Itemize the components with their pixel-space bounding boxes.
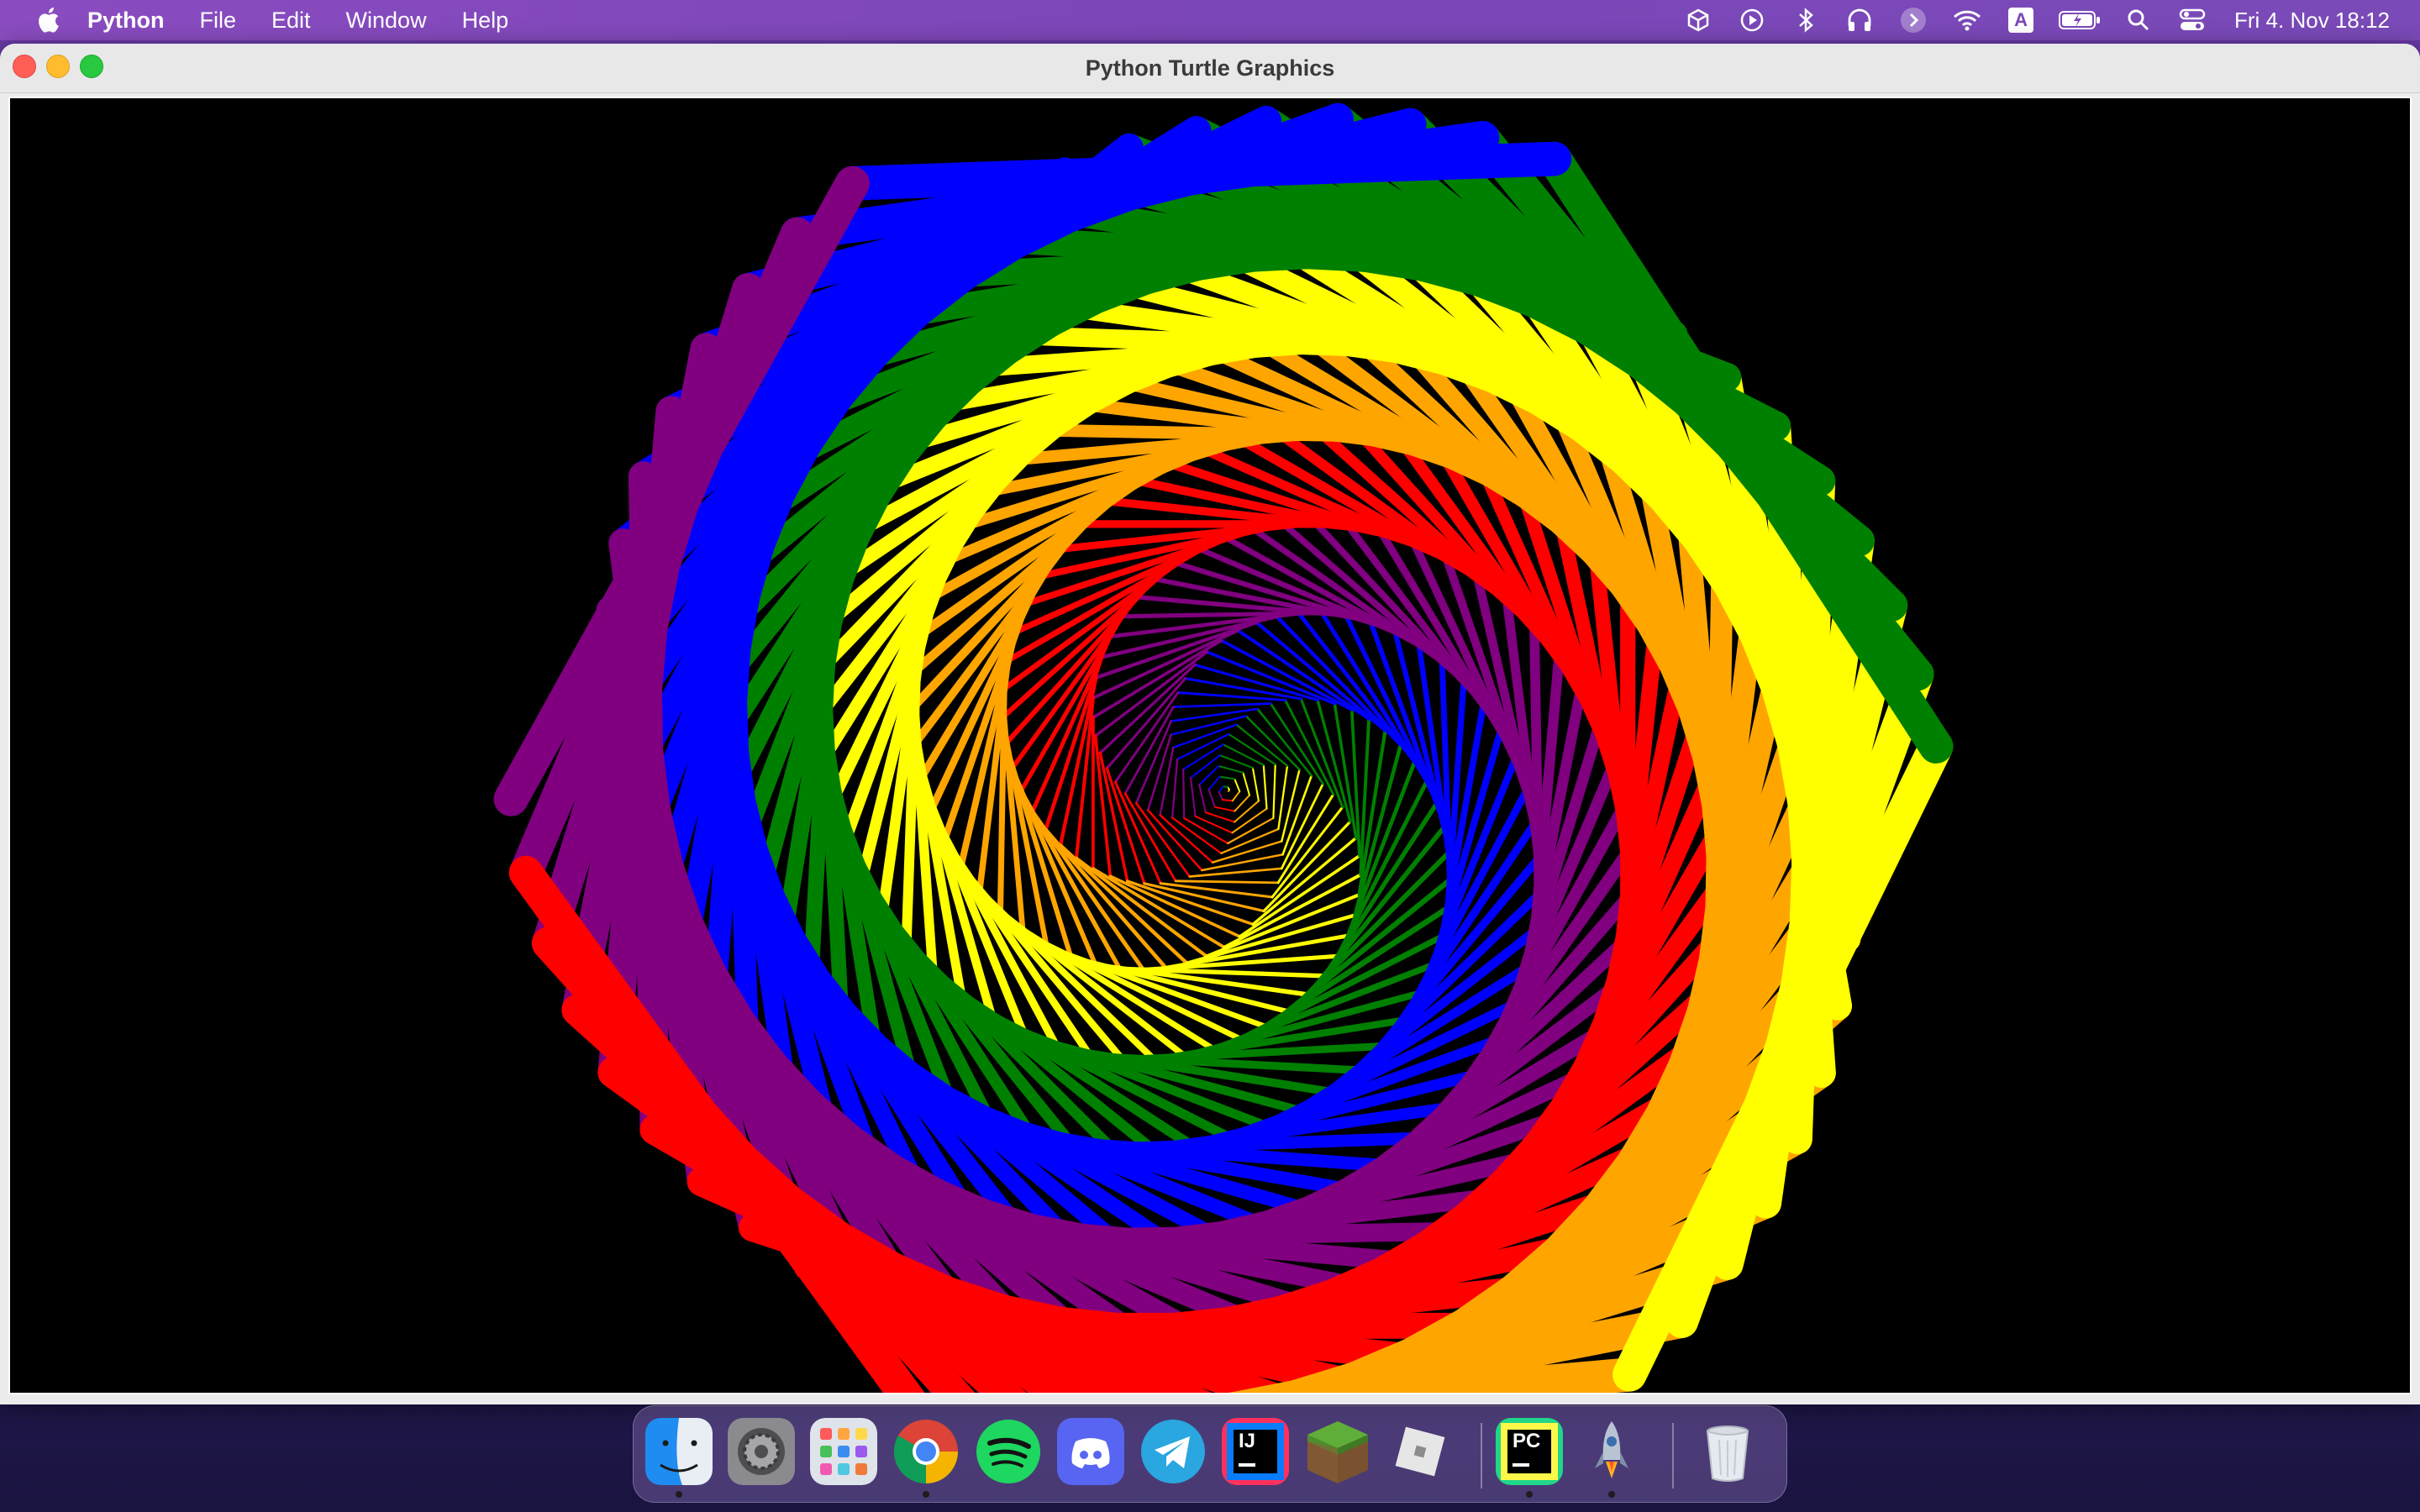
spiral-segment: [1093, 734, 1113, 878]
turtle-canvas[interactable]: [8, 97, 2412, 1394]
arrow-icon[interactable]: [1895, 5, 1932, 35]
spiral-segment: [1220, 827, 1280, 854]
roblox-icon[interactable]: [1386, 1418, 1454, 1485]
spiral-segment: [1272, 763, 1276, 820]
spiral-segment: [1242, 771, 1250, 796]
chrome-icon[interactable]: [892, 1418, 960, 1485]
spiral-segment: [1222, 743, 1265, 766]
spiral-segment: [1269, 702, 1324, 785]
spiral-segment: [1198, 784, 1207, 814]
spiral-segment: [1182, 768, 1186, 820]
wifi-icon[interactable]: [1949, 5, 1986, 35]
python-launcher-icon[interactable]: [1578, 1418, 1645, 1485]
spiral-segment: [1094, 620, 1259, 680]
spiral-segment: [1231, 790, 1241, 802]
spiral-segment: [1316, 698, 1352, 823]
intellij-icon[interactable]: IJ: [1222, 1418, 1289, 1485]
spiral-segment: [1251, 767, 1260, 802]
spiral-segment: [1207, 775, 1221, 790]
spiral-segment: [1141, 953, 1340, 972]
menu-file[interactable]: File: [200, 8, 237, 34]
input-source-icon[interactable]: A: [2002, 5, 2039, 35]
search-icon[interactable]: [2120, 5, 2157, 35]
box-icon[interactable]: [1680, 5, 1717, 35]
dock-separator-trash: [1672, 1423, 1674, 1488]
spiral-segment: [1171, 702, 1272, 708]
spiral-segment: [1234, 794, 1250, 812]
spiral-segment: [1099, 614, 1279, 659]
spiral-segment: [1234, 800, 1260, 823]
minecraft-icon[interactable]: [1304, 1418, 1371, 1485]
spiral-segment: [1234, 778, 1241, 793]
spiral-segment: [1171, 758, 1179, 819]
spiral-drawing: [493, 102, 1954, 1393]
menu-app-name[interactable]: Python: [87, 8, 165, 34]
spiral-segment: [1123, 792, 1177, 883]
spiral-segment: [1218, 775, 1236, 780]
spiral-segment: [1204, 811, 1236, 823]
apple-menu-icon[interactable]: [27, 0, 69, 40]
menu-edit[interactable]: Edit: [271, 8, 311, 34]
menu-clock[interactable]: Fri 4. Nov 18:12: [2234, 8, 2390, 34]
discord-icon[interactable]: [1057, 1418, 1124, 1485]
spiral-segment: [1221, 799, 1234, 802]
spiral-segment: [1231, 807, 1268, 834]
dock: IJ PC: [633, 1405, 1787, 1503]
spiral-segment: [1244, 715, 1301, 771]
spiral-segment: [1218, 791, 1223, 801]
telegram-icon[interactable]: [1139, 1418, 1207, 1485]
pycharm-label: PC: [1512, 1430, 1541, 1452]
spiral-segment: [1170, 707, 1259, 722]
spiral-segment: [1213, 806, 1236, 812]
spiral-segment: [1189, 777, 1197, 817]
window-titlebar[interactable]: Python Turtle Graphics: [0, 44, 2420, 93]
system-preferences-icon[interactable]: [728, 1418, 795, 1485]
spiral-segment: [1277, 764, 1289, 831]
menu-window[interactable]: Window: [346, 8, 427, 34]
chrome-running-indicator: [923, 1491, 929, 1498]
intellij-label: IJ: [1239, 1430, 1256, 1452]
finder-running-indicator: [676, 1491, 682, 1498]
spiral-segment: [1262, 764, 1268, 810]
spiral-segment: [1218, 785, 1224, 794]
menu-bar: Python File Edit Window Help A Fri 4. No…: [0, 0, 2420, 40]
spiral-segment: [1207, 788, 1216, 808]
spiral-segment: [1251, 836, 1358, 927]
spiral-segment: [1098, 663, 1197, 755]
trash-icon[interactable]: [1694, 1418, 1761, 1485]
bluetooth-icon[interactable]: [1787, 5, 1824, 35]
spiral-segment: [1218, 765, 1244, 774]
spiral-segment: [1159, 746, 1175, 816]
window-title: Python Turtle Graphics: [1085, 55, 1335, 81]
spiral-segment: [1134, 801, 1191, 878]
spiral-segment: [1189, 754, 1221, 780]
finder-icon[interactable]: [645, 1418, 713, 1485]
spiral-segment: [1174, 879, 1280, 885]
spiral-segment: [1159, 814, 1214, 864]
control-center-icon[interactable]: [2174, 5, 2211, 35]
spotify-icon[interactable]: [975, 1418, 1042, 1485]
menu-help[interactable]: Help: [462, 8, 509, 34]
launchpad-icon[interactable]: [810, 1418, 877, 1485]
input-source-label: A: [2008, 8, 2034, 33]
pycharm-icon[interactable]: PC: [1496, 1418, 1563, 1485]
spiral-segment: [1256, 707, 1313, 777]
battery-icon[interactable]: [2056, 5, 2103, 35]
headphones-icon[interactable]: [1841, 5, 1878, 35]
turtle-window: Python Turtle Graphics: [0, 44, 2420, 1404]
play-icon[interactable]: [1733, 5, 1770, 35]
python-launcher-running-indicator: [1608, 1491, 1615, 1498]
dock-separator: [1481, 1423, 1482, 1488]
pycharm-running-indicator: [1526, 1491, 1533, 1498]
